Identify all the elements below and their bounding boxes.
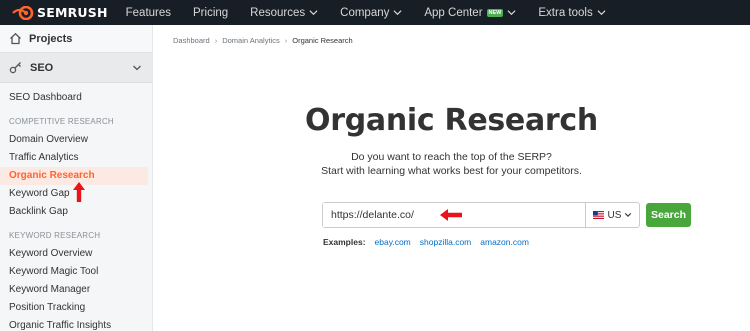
sidebar-seo-toggle[interactable]: SEO (0, 53, 152, 83)
new-badge: NEW (486, 8, 504, 17)
nav-extra-tools[interactable]: Extra tools (538, 6, 606, 19)
nav-features[interactable]: Features (126, 7, 171, 19)
example-link-amazon[interactable]: amazon.com (480, 237, 529, 247)
sidebar-item-traffic-analytics[interactable]: Traffic Analytics (0, 149, 152, 167)
page-subtitle-line2: Start with learning what works best for … (321, 165, 582, 177)
nav-company[interactable]: Company (340, 7, 402, 19)
nav-company-label: Company (340, 6, 390, 19)
sidebar-section-competitive: COMPETITIVE RESEARCH (9, 117, 114, 126)
sidebar-item-keyword-manager[interactable]: Keyword Manager (0, 281, 152, 299)
example-link-shopzilla[interactable]: shopzilla.com (420, 237, 472, 247)
sidebar-item-keyword-overview[interactable]: Keyword Overview (0, 245, 152, 263)
chevron-down-icon (597, 10, 606, 16)
nav-app-center-label: App Center (424, 6, 483, 19)
nav-extra-tools-label: Extra tools (538, 6, 593, 19)
examples-label: Examples: (323, 237, 366, 247)
sidebar-section-keyword: KEYWORD RESEARCH (9, 231, 101, 240)
nav-pricing-label: Pricing (193, 6, 229, 19)
chevron-down-icon (393, 10, 402, 16)
chevron-down-icon (507, 10, 516, 16)
logo-text: SEMRUSH (37, 5, 108, 20)
breadcrumb-current: Organic Research (292, 36, 353, 45)
page-title: Organic Research (305, 103, 598, 138)
breadcrumb-dashboard[interactable]: Dashboard (173, 36, 210, 45)
nav-resources[interactable]: Resources (250, 7, 318, 19)
seo-icon (9, 62, 21, 74)
sidebar-item-seo-dashboard[interactable]: SEO Dashboard (0, 89, 152, 107)
breadcrumb-separator-icon: › (214, 36, 218, 45)
nav-resources-label: Resources (250, 6, 306, 19)
annotation-arrow-left (440, 209, 462, 221)
example-link-ebay[interactable]: ebay.com (375, 237, 411, 247)
nav-pricing[interactable]: Pricing (193, 7, 228, 19)
sidebar-item-domain-overview[interactable]: Domain Overview (0, 131, 152, 149)
sidebar-item-position-tracking[interactable]: Position Tracking (0, 299, 152, 317)
semrush-logo-icon (12, 5, 34, 20)
chevron-down-icon (133, 65, 141, 71)
annotation-arrow-up (73, 182, 85, 202)
nav-features-label: Features (125, 6, 172, 19)
home-icon (10, 32, 21, 45)
breadcrumb-domain-analytics[interactable]: Domain Analytics (222, 36, 280, 45)
semrush-logo[interactable]: SEMRUSH (12, 5, 108, 20)
sidebar-item-keyword-magic-tool[interactable]: Keyword Magic Tool (0, 263, 152, 281)
search-button[interactable]: Search (646, 203, 691, 227)
domain-search-box: US (322, 202, 640, 228)
sidebar-projects[interactable]: Projects (0, 25, 152, 53)
nav-app-center[interactable]: App Center NEW (424, 7, 516, 19)
sidebar-seo-label: SEO (30, 61, 54, 74)
breadcrumb-separator-icon: › (284, 36, 288, 45)
sidebar-projects-label: Projects (29, 32, 73, 45)
sidebar-item-organic-traffic-insights[interactable]: Organic Traffic Insights (0, 317, 152, 331)
sidebar-item-backlink-gap[interactable]: Backlink Gap (0, 203, 152, 221)
chevron-down-icon (625, 213, 632, 217)
us-flag-icon (592, 211, 604, 219)
breadcrumb: Dashboard › Domain Analytics › Organic R… (173, 36, 353, 45)
database-select[interactable]: US (585, 203, 639, 227)
page-subtitle-line1: Do you want to reach the top of the SERP… (351, 151, 552, 163)
chevron-down-icon (309, 10, 318, 16)
sidebar: Projects SEO SEO Dashboard COMPETITIVE R… (0, 25, 153, 331)
top-navbar: SEMRUSH Features Pricing Resources Compa… (0, 0, 750, 25)
database-select-value: US (607, 209, 622, 221)
examples-row: Examples: ebay.com shopzilla.com amazon.… (323, 237, 538, 247)
